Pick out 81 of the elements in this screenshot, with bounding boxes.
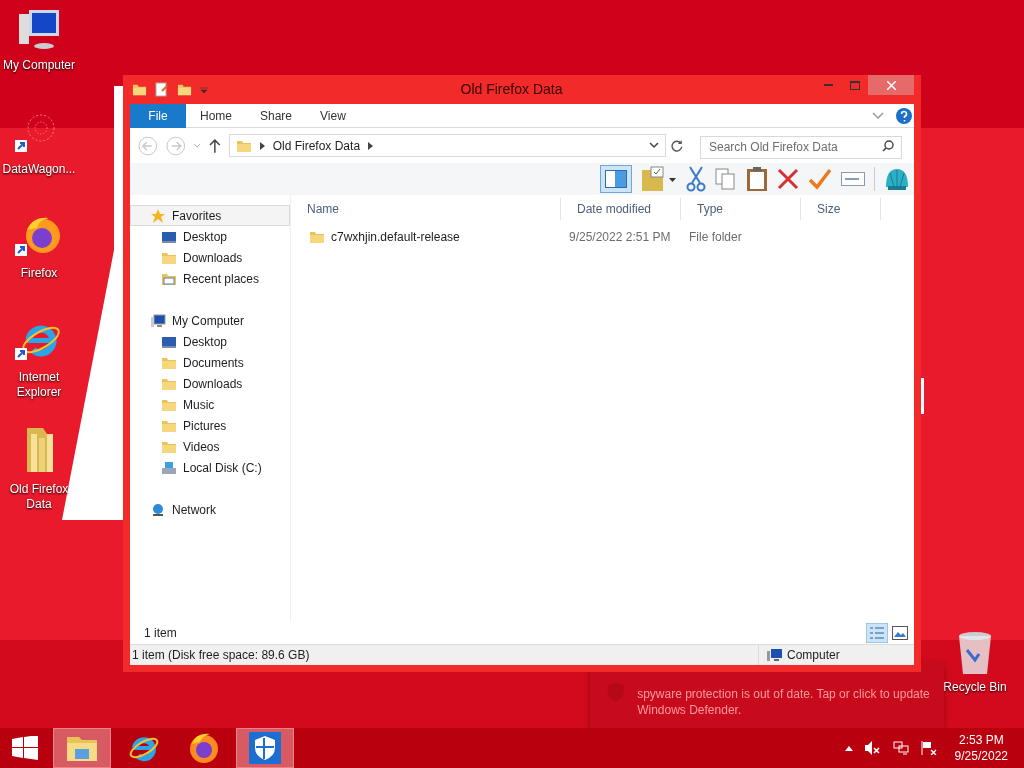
folder-options-icon[interactable] bbox=[641, 166, 677, 192]
desktop-icon-label[interactable]: DataWagon... bbox=[1, 162, 77, 177]
chevron-down-icon[interactable] bbox=[649, 142, 660, 149]
nav-item[interactable]: Recent places bbox=[130, 268, 290, 289]
ribbon-tab[interactable]: Home bbox=[186, 103, 246, 128]
window-title: Old Firefox Data bbox=[460, 80, 563, 99]
shield-icon bbox=[249, 732, 281, 764]
properties-icon[interactable] bbox=[155, 82, 169, 97]
nav-item[interactable]: My Computer bbox=[130, 310, 290, 331]
taskbar-button[interactable] bbox=[53, 728, 111, 768]
thumbnail-view-icon[interactable] bbox=[892, 626, 908, 640]
up-arrow-icon[interactable] bbox=[208, 138, 221, 153]
ribbon-tab[interactable]: File bbox=[130, 103, 186, 128]
ribbon-tab[interactable]: Share bbox=[246, 103, 307, 128]
file-date: 9/25/2022 2:51 PM bbox=[568, 229, 672, 246]
desktop-icon-label[interactable]: Old Firefox Data bbox=[1, 482, 77, 512]
clock-date[interactable]: 9/25/2022 bbox=[954, 748, 1008, 764]
desktop-icon-label[interactable]: My Computer bbox=[1, 58, 77, 73]
address-bar[interactable]: Old Firefox Data bbox=[228, 134, 667, 157]
preview-pane-button[interactable] bbox=[600, 165, 632, 193]
folder-icon bbox=[132, 82, 147, 97]
column-header[interactable]: Name bbox=[291, 198, 561, 220]
column-header[interactable]: Size bbox=[801, 198, 881, 220]
nav-item[interactable]: Pictures bbox=[130, 415, 290, 436]
close-button[interactable] bbox=[868, 75, 914, 95]
help-icon[interactable] bbox=[896, 107, 912, 124]
checkmark-icon[interactable] bbox=[808, 168, 832, 190]
ribbon-tab[interactable]: View bbox=[306, 103, 360, 128]
nav-item[interactable]: Documents bbox=[130, 352, 290, 373]
speaker-muted-icon[interactable] bbox=[864, 741, 881, 755]
clipboard-icon[interactable] bbox=[746, 166, 768, 192]
firefox-icon bbox=[188, 732, 220, 764]
search-field[interactable]: Search Old Firefox Data bbox=[700, 135, 902, 159]
desktop-icon-label[interactable]: Recycle Bin bbox=[943, 678, 1007, 696]
flag-icon[interactable] bbox=[920, 741, 937, 755]
refresh-icon[interactable] bbox=[670, 138, 684, 153]
show-hidden-icons-icon[interactable] bbox=[844, 745, 853, 751]
star-icon bbox=[150, 207, 166, 224]
desktop-icon-label[interactable]: Internet Explorer bbox=[1, 370, 77, 400]
column-header[interactable]: Type bbox=[681, 198, 801, 220]
close-icon bbox=[886, 80, 896, 90]
dropdown-caret-icon[interactable] bbox=[200, 85, 208, 94]
network-icon[interactable] bbox=[892, 741, 909, 755]
nav-item[interactable]: Desktop bbox=[130, 226, 290, 247]
nav-item[interactable]: Favorites bbox=[130, 205, 290, 226]
file-type: File folder bbox=[688, 229, 743, 246]
search-icon bbox=[882, 140, 894, 152]
windows-logo-icon bbox=[12, 736, 38, 760]
nav-item[interactable]: Desktop bbox=[130, 331, 290, 352]
new-folder-icon bbox=[177, 82, 192, 97]
folder-icon bbox=[309, 229, 325, 245]
nav-item[interactable]: Downloads bbox=[130, 247, 290, 268]
computer-icon bbox=[767, 648, 783, 662]
maximize-icon bbox=[849, 80, 860, 90]
column-header[interactable]: Date modified bbox=[561, 198, 681, 220]
taskbar-button[interactable] bbox=[236, 728, 294, 768]
notification-text: spyware protection is out of date. Tap or click to update Windows Defender. bbox=[637, 686, 931, 716]
breadcrumb[interactable]: Old Firefox Data bbox=[272, 136, 361, 155]
item-count: 1 item bbox=[144, 625, 177, 642]
nav-item[interactable]: Videos bbox=[130, 436, 290, 457]
breadcrumb-arrow-icon bbox=[259, 141, 265, 150]
file-row[interactable]: c7wxhjin.default-release 9/25/2022 2:51 PM File folder bbox=[291, 226, 914, 248]
nav-item[interactable]: Local Disk (C:) bbox=[130, 457, 290, 478]
clock-time[interactable]: 2:53 PM bbox=[958, 732, 1004, 748]
minimize-icon bbox=[823, 84, 833, 86]
computer-icon bbox=[150, 312, 166, 329]
status-text: 1 item (Disk free space: 89.6 GB) bbox=[131, 647, 311, 664]
scissors-icon[interactable] bbox=[686, 166, 706, 192]
status-location: Computer bbox=[787, 647, 840, 664]
disk-icon bbox=[161, 459, 177, 476]
network-icon bbox=[150, 501, 166, 518]
shell-icon[interactable] bbox=[884, 167, 910, 191]
delete-icon[interactable] bbox=[777, 168, 799, 190]
breadcrumb-arrow-icon bbox=[368, 141, 374, 150]
rename-icon[interactable] bbox=[841, 170, 865, 188]
nav-item[interactable]: Downloads bbox=[130, 373, 290, 394]
nav-item[interactable]: Music bbox=[130, 394, 290, 415]
nav-item[interactable]: Network bbox=[130, 499, 290, 520]
preview-pane-icon bbox=[605, 170, 627, 188]
file-name: c7wxhjin.default-release bbox=[331, 229, 460, 246]
desktop-icon-label[interactable]: Firefox bbox=[1, 266, 77, 281]
